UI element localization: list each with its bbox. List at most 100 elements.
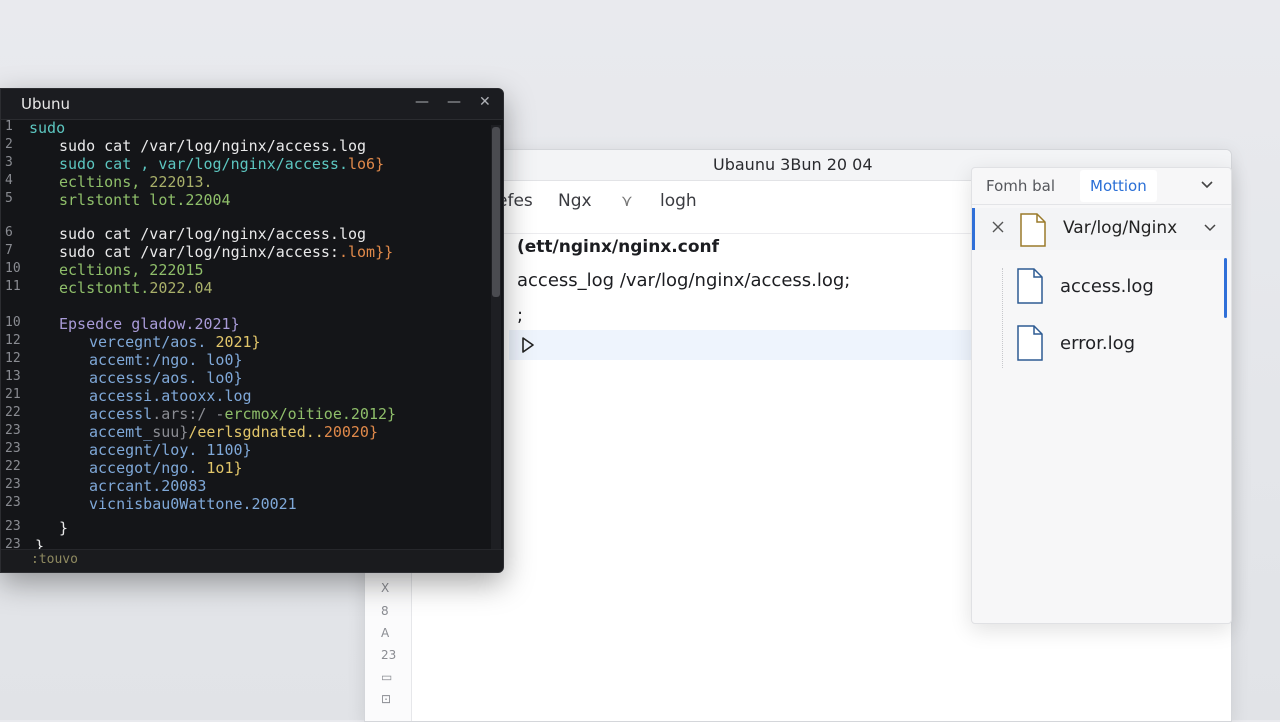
terminal-line-text: eclstontt.2022.04 <box>59 279 213 297</box>
terminal-line: 12 vercegnt/aos. 2021} <box>1 333 489 351</box>
terminal-line: 22 accegot/ngo. 1o1} <box>1 459 489 477</box>
chevron-down-icon[interactable] <box>1200 178 1214 192</box>
text-segment: sudo cat /var/log/nginx/access.log <box>59 225 367 243</box>
text-segment: .ars:/ - <box>152 405 225 423</box>
gutter-icon[interactable]: X <box>381 581 389 595</box>
terminal-status-bar: :touvo <box>1 549 503 572</box>
text-segment: 222013. <box>149 173 213 191</box>
text-segment: sudo cat , var/log/nginx/access. <box>59 155 348 173</box>
text-segment: accessi.atooxx.log <box>89 387 252 405</box>
text-segment: 1o1} <box>206 459 243 477</box>
terminal-line: 4 ecltions, 222013. <box>1 173 489 191</box>
text-segment: eclstontt. <box>59 279 150 297</box>
code-line[interactable]: access_log /var/log/nginx/access.log; <box>517 270 850 291</box>
text-segment: sudo cat /var/log/nginx/access: <box>59 243 339 261</box>
terminal-line-text: accesss/aos. lo0} <box>89 369 243 387</box>
folder-row[interactable]: Var/log/Nginx <box>972 208 1231 250</box>
editor-title: Ubaunu 3Bun 20 04 <box>713 155 873 174</box>
terminal-title-bar[interactable]: Ubunu — — ✕ <box>1 89 503 120</box>
text-segment: accemt_ <box>89 423 153 441</box>
line-number: 5 <box>5 191 13 206</box>
terminal-line-text: Epsedce gladow.2021} <box>59 315 240 333</box>
text-segment: Epsedce gladow.2021} <box>59 315 240 333</box>
terminal-line: 23 accemt_suu}/eerlsgdnated..20020} <box>1 423 489 441</box>
line-number: 23 <box>5 495 21 510</box>
line-number: 23 <box>5 423 21 438</box>
file-icon <box>1017 268 1043 304</box>
terminal-line-text: sudo cat /var/log/nginx/access.log <box>59 137 366 155</box>
explorer-scrollbar[interactable] <box>1224 258 1227 318</box>
terminal-line-text: acrcant.20083 <box>89 477 206 495</box>
file-label: error.log <box>1060 333 1136 354</box>
terminal-line: 10 Epsedce gladow.2021} <box>1 315 489 333</box>
gutter-icon[interactable]: 8 <box>381 604 389 618</box>
text-segment: ecltions, <box>59 173 150 191</box>
tab-logs[interactable]: logh <box>660 191 697 211</box>
terminal-line-text: } <box>59 519 68 537</box>
terminal-scrollbar[interactable] <box>491 125 501 572</box>
terminal-line: 21 accessi.atooxx.log <box>1 387 489 405</box>
text-segment: acrcant.20083 <box>89 477 207 495</box>
tab-nginx[interactable]: Ngx <box>558 191 592 211</box>
line-number: 10 <box>5 261 21 276</box>
text-segment: ecltions, 222015 <box>59 261 204 279</box>
terminal-line-text: sudo cat /var/log/nginx/access:.lom}} <box>59 243 393 261</box>
terminal-line-text: accegot/ngo. 1o1} <box>89 459 243 477</box>
terminal-line-text: vicnisbau0Wattone.20021 <box>89 495 297 513</box>
gutter-icon[interactable]: 23 <box>381 648 396 662</box>
close-icon[interactable] <box>991 220 1005 234</box>
terminal-line-text: accemt:/ngo. lo0} <box>89 351 243 369</box>
terminal-line: 1 sudo <box>1 119 489 137</box>
tab-chevron-icon[interactable]: ⋎ <box>621 191 633 210</box>
line-number: 12 <box>5 333 21 348</box>
run-play-icon[interactable] <box>521 336 535 354</box>
gutter-icon[interactable]: A <box>381 626 389 640</box>
terminal-line: 5 srlstontt lot.22004 <box>1 191 489 209</box>
current-line-highlight <box>509 330 971 360</box>
line-number: 2 <box>5 137 13 152</box>
file-explorer-panel: Fomh bal Mottion Var/log/Nginx access.lo… <box>971 167 1232 624</box>
text-segment: accemt:/ngo. lo0} <box>89 351 243 369</box>
line-number: 4 <box>5 173 13 188</box>
line-number: 23 <box>5 477 21 492</box>
line-number: 10 <box>5 315 21 330</box>
text-segment: accesss/aos. lo0} <box>89 369 243 387</box>
terminal-line: 23} <box>1 519 489 537</box>
terminal-line-text: srlstontt lot.22004 <box>59 191 231 209</box>
terminal-line-text: ecltions, 222013. <box>59 173 213 191</box>
code-line[interactable]: ; <box>517 305 523 326</box>
chevron-down-icon[interactable] <box>1204 222 1216 234</box>
text-segment: 2021} <box>215 333 261 351</box>
tab-inactive[interactable]: Fomh bal <box>986 177 1055 195</box>
gutter-icon[interactable]: ▭ <box>381 670 392 684</box>
line-number: 6 <box>5 225 13 240</box>
scrollbar-thumb[interactable] <box>492 127 500 297</box>
text-segment: 20020} <box>323 423 378 441</box>
text-segment: accessl <box>89 405 153 423</box>
terminal-line: 22 accessl.ars:/ -ercmox/oitioe.2012} <box>1 405 489 423</box>
terminal-line-text: accessi.atooxx.log <box>89 387 252 405</box>
text-segment: vicnisbau0Wattone.20021 <box>89 495 297 513</box>
terminal-line: 11 eclstontt.2022.04 <box>1 279 489 297</box>
terminal-output[interactable]: 1 sudo 2 sudo cat /var/log/nginx/access.log… <box>1 119 489 555</box>
terminal-line: 2 sudo cat /var/log/nginx/access.log <box>1 137 489 155</box>
close-button[interactable]: ✕ <box>479 94 491 110</box>
text-segment: y. 1100} <box>179 441 252 459</box>
code-line[interactable]: (ett/nginx/nginx.conf <box>517 237 719 257</box>
line-number: 22 <box>5 459 21 474</box>
terminal-line-text: accegnt/loy. 1100} <box>89 441 252 459</box>
minimize-button[interactable]: — <box>415 94 429 110</box>
terminal-line-text: ecltions, 222015 <box>59 261 204 279</box>
gutter-icon[interactable]: ⊡ <box>381 692 391 706</box>
text-segment: sudo <box>29 119 66 137</box>
terminal-line-text: vercegnt/aos. 2021} <box>89 333 261 351</box>
tab-active[interactable]: Mottion <box>1080 170 1157 202</box>
text-segment: suu} <box>152 423 189 441</box>
status-text: :touvo <box>31 552 78 567</box>
text-segment: srlstontt lot.22004 <box>59 191 231 209</box>
restore-button[interactable]: — <box>447 94 461 110</box>
terminal-line: 23 vicnisbau0Wattone.20021 <box>1 495 489 513</box>
line-number: 11 <box>5 279 21 294</box>
line-number: 1 <box>5 119 13 134</box>
text-segment: } <box>59 519 69 537</box>
